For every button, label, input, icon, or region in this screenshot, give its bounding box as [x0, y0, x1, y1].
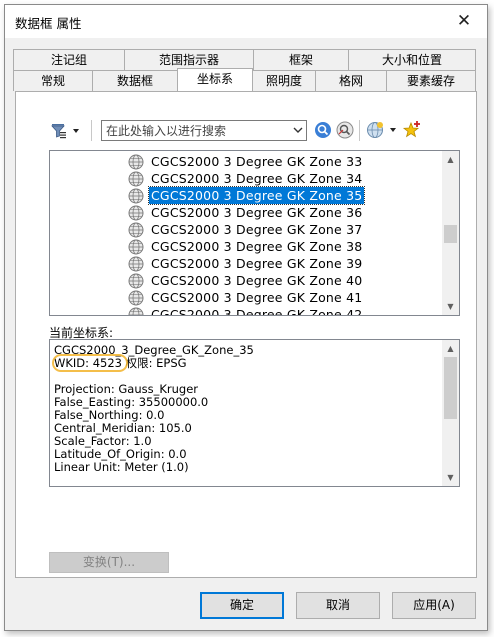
scroll-thumb[interactable]: [444, 357, 457, 419]
tab-data-frame[interactable]: 数据框: [92, 70, 178, 91]
list-scrollbar[interactable]: ▲ ▼: [442, 151, 459, 315]
apply-button[interactable]: 应用(A): [392, 592, 476, 619]
list-item[interactable]: CGCS2000 3 Degree GK Zone 40: [128, 272, 428, 289]
close-button[interactable]: ✕: [441, 5, 487, 38]
toolbar-separator: [359, 120, 360, 141]
list-item-label: CGCS2000 3 Degree GK Zone 40: [151, 273, 363, 288]
tab-size-position[interactable]: 大小和位置: [348, 49, 476, 70]
tab-illumination[interactable]: 照明度: [252, 70, 316, 91]
coordinate-system-panel: CGCS2000 3 Degree GK Zone 33 CGCS2000 3 …: [15, 91, 477, 578]
globe-icon: [128, 290, 144, 306]
star-add-icon: [402, 121, 420, 138]
toolbar-separator: [91, 120, 92, 141]
globe-icon: [128, 171, 144, 187]
tab-grids[interactable]: 格网: [315, 70, 387, 91]
globe-icon: [128, 239, 144, 255]
coordinate-system-list[interactable]: CGCS2000 3 Degree GK Zone 33 CGCS2000 3 …: [49, 150, 460, 316]
tab-frame[interactable]: 框架: [253, 49, 349, 70]
globe-icon: [128, 154, 144, 170]
scroll-down-icon[interactable]: ▼: [442, 469, 459, 486]
list-item-label: CGCS2000 3 Degree GK Zone 41: [151, 290, 363, 305]
list-item[interactable]: CGCS2000 3 Degree GK Zone 36: [128, 204, 428, 221]
list-item-label: CGCS2000 3 Degree GK Zone 36: [151, 205, 363, 220]
filter-icon: [51, 124, 79, 139]
list-item-label: CGCS2000 3 Degree GK Zone 34: [151, 171, 363, 186]
title-bar: 数据框 属性 ✕: [5, 5, 487, 38]
scroll-thumb[interactable]: [444, 225, 457, 243]
list-item-label: CGCS2000 3 Degree GK Zone 42: [151, 307, 363, 316]
tab-coordinate-system[interactable]: 坐标系: [177, 68, 253, 91]
list-item[interactable]: CGCS2000 3 Degree GK Zone 39: [128, 255, 428, 272]
search-icon: [315, 122, 331, 138]
globe-add-icon: [367, 122, 396, 138]
window-title: 数据框 属性: [15, 16, 82, 31]
globe-icon: [128, 307, 144, 315]
clear-search-button[interactable]: [336, 121, 354, 139]
list-item-label: CGCS2000 3 Degree GK Zone 38: [151, 239, 363, 254]
details-scrollbar[interactable]: ▲ ▼: [442, 340, 459, 486]
globe-dropdown-button[interactable]: [366, 121, 400, 139]
scroll-up-icon[interactable]: ▲: [442, 340, 459, 357]
globe-icon: [128, 188, 144, 204]
scroll-down-icon[interactable]: ▼: [442, 298, 459, 315]
list-item[interactable]: CGCS2000 3 Degree GK Zone 38: [128, 238, 428, 255]
list-item[interactable]: CGCS2000 3 Degree GK Zone 34: [128, 170, 428, 187]
wkid-highlight-ring: [52, 354, 128, 372]
list-item[interactable]: CGCS2000 3 Degree GK Zone 33: [128, 153, 428, 170]
chevron-down-icon[interactable]: [293, 126, 303, 134]
transform-button[interactable]: 变换(T)...: [49, 552, 169, 573]
globe-icon: [128, 273, 144, 289]
list-item-label: CGCS2000 3 Degree GK Zone 33: [151, 154, 363, 169]
globe-icon: [128, 205, 144, 221]
globe-icon: [128, 256, 144, 272]
scroll-up-icon[interactable]: ▲: [442, 151, 459, 168]
globe-icon: [128, 222, 144, 238]
list-item-selected[interactable]: CGCS2000 3 Degree GK Zone 35: [128, 186, 428, 205]
cancel-button[interactable]: 取消: [296, 592, 380, 619]
list-item-label: CGCS2000 3 Degree GK Zone 39: [151, 256, 363, 271]
properties-dialog: 数据框 属性 ✕ 注记组 范围指示器 框架 大小和位置 常规 数据框 坐标系 照…: [4, 4, 488, 631]
list-item[interactable]: CGCS2000 3 Degree GK Zone 41: [128, 289, 428, 306]
search-box[interactable]: [101, 120, 307, 141]
clear-search-icon: [336, 121, 354, 139]
filter-dropdown-button[interactable]: [49, 120, 85, 141]
list-item[interactable]: CGCS2000 3 Degree GK Zone 42: [128, 306, 428, 316]
tab-label-group[interactable]: 注记组: [13, 49, 125, 70]
current-cs-details[interactable]: CGCS2000_3_Degree_GK_Zone_35 WKID: 4523 …: [49, 339, 460, 487]
tab-feature-cache[interactable]: 要素缓存: [386, 70, 476, 91]
tab-general[interactable]: 常规: [13, 70, 93, 91]
list-item-label: CGCS2000 3 Degree GK Zone 35: [147, 186, 366, 205]
linear-unit-text: Linear Unit: Meter (1.0): [54, 460, 189, 474]
list-item[interactable]: CGCS2000 3 Degree GK Zone 37: [128, 221, 428, 238]
add-favorite-button[interactable]: [402, 120, 422, 140]
list-item-label: CGCS2000 3 Degree GK Zone 37: [151, 222, 363, 237]
search-button[interactable]: [314, 121, 332, 139]
search-input[interactable]: [102, 121, 288, 140]
tab-extent-indicator[interactable]: 范围指示器: [124, 49, 254, 70]
ok-button[interactable]: 确定: [200, 592, 284, 619]
